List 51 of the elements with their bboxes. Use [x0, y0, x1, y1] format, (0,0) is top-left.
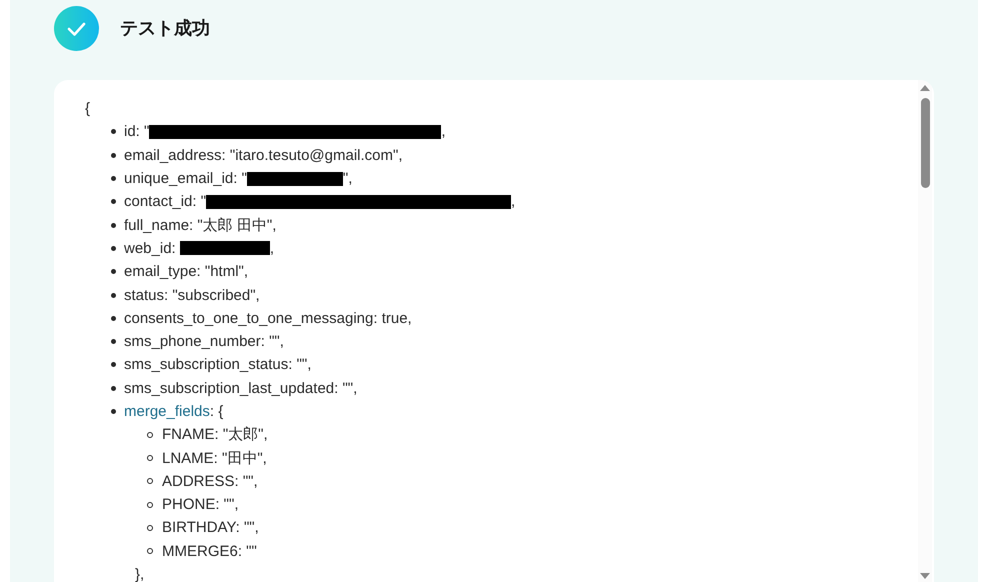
bullet-icon: [111, 176, 116, 182]
scroll-thumb[interactable]: [920, 98, 930, 188]
field-text: ,: [511, 193, 516, 210]
field-text: BIRTHDAY: "",: [162, 519, 259, 536]
brace-text: },: [135, 566, 144, 582]
bullet-icon: [111, 339, 116, 344]
scrollbar[interactable]: [918, 80, 932, 582]
bullet-icon: [147, 502, 153, 508]
field-text: MMERGE6: "": [162, 542, 257, 560]
field-text: ,: [270, 240, 274, 257]
bullet-icon: [111, 292, 116, 298]
field-text: sms_phone_number: "",: [124, 333, 284, 350]
bullet-icon: [111, 199, 116, 204]
field-text: ,: [441, 123, 446, 140]
field-text: web_id:: [124, 240, 177, 257]
check-icon: [54, 6, 99, 50]
brace-text: {: [85, 100, 90, 118]
field-text: PHONE: "",: [162, 496, 238, 514]
field-text: consents_to_one_to_one_messaging: true,: [124, 310, 412, 327]
scroll-up-icon[interactable]: [920, 85, 930, 91]
bullet-icon: [111, 362, 116, 368]
bullet-icon: [147, 548, 153, 554]
bullet-icon: [111, 269, 116, 274]
field-text: ",: [342, 170, 352, 188]
field-text: contact_id: ": [124, 193, 206, 210]
field-text: full_name: "太郎 田中",: [124, 216, 276, 235]
bullet-icon: [111, 316, 116, 321]
field-text: email_type: "html",: [124, 263, 248, 280]
field-text: unique_email_id: ": [124, 170, 247, 188]
bullet-icon: [147, 524, 153, 531]
field-text: ADDRESS: "",: [162, 472, 258, 490]
bullet-icon: [147, 455, 153, 462]
field-text: FNAME: "太郎",: [162, 425, 268, 444]
bullet-icon: [111, 409, 116, 414]
field-text: id: ": [124, 123, 150, 140]
field-text: sms_subscription_last_updated: "",: [124, 380, 358, 397]
result-title: テスト成功: [120, 17, 210, 40]
bullet-icon: [147, 432, 153, 438]
field-text: email_address: "itaro.tesuto@gmail.com",: [124, 146, 402, 164]
bullet-icon: [111, 152, 116, 158]
field-key[interactable]: merge_fields: [124, 403, 210, 420]
bullet-icon: [111, 246, 116, 251]
bullet-icon: [147, 478, 153, 484]
field-text: sms_subscription_status: "",: [124, 356, 312, 374]
bullet-icon: [111, 129, 116, 134]
field-text: LNAME: "田中",: [162, 448, 267, 468]
field-text: status: "subscribed",: [124, 286, 260, 304]
field-text: : {: [210, 403, 224, 420]
bullet-icon: [111, 222, 116, 228]
bullet-icon: [111, 386, 116, 391]
scroll-down-icon[interactable]: [920, 573, 930, 579]
